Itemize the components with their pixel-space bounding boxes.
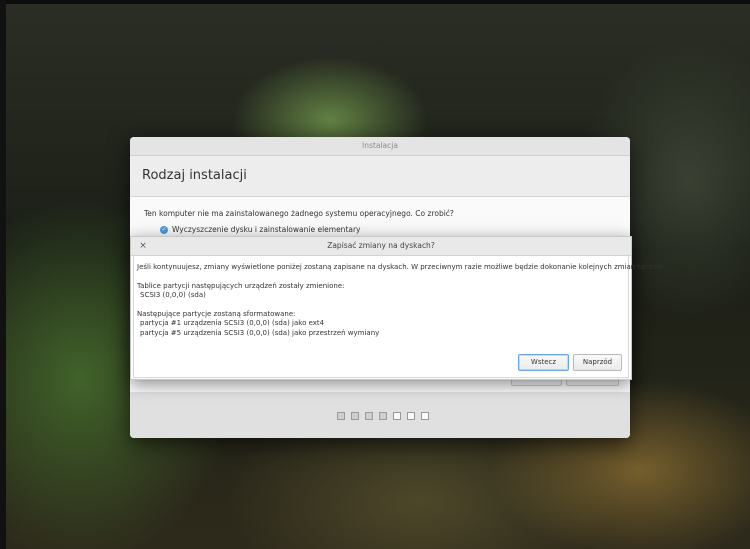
dialog-intro-text: Jeśli kontynuujesz, zmiany wyświetlone p… <box>137 263 666 271</box>
write-changes-dialog: × Zapisać zmiany na dyskach? Jeśli konty… <box>130 236 665 380</box>
progress-step-6 <box>407 412 415 420</box>
progress-step-5 <box>393 412 401 420</box>
close-icon[interactable]: × <box>138 237 148 255</box>
dialog-title: Zapisać zmiany na dyskach? <box>327 241 435 250</box>
check-circle-icon: ✓ <box>160 225 168 234</box>
progress-step-1 <box>337 412 345 420</box>
installer-footer <box>130 392 630 438</box>
format-heading: Następujące partycje zostaną sformatowan… <box>137 310 296 318</box>
partition-tables-device: SCSI3 (0,0,0) (sda) <box>140 291 206 299</box>
progress-step-2 <box>351 412 359 420</box>
partition-tables-heading: Tablice partycji następujących urządzeń … <box>137 282 345 290</box>
page-title: Rodzaj instalacji <box>130 156 630 197</box>
install-question: Ten komputer nie ma zainstalowanego żadn… <box>144 209 454 218</box>
format-line-1: partycja #1 urządzenia SCSI3 (0,0,0) (sd… <box>140 319 325 327</box>
progress-step-3 <box>365 412 373 420</box>
format-line-2: partycja #5 urządzenia SCSI3 (0,0,0) (sd… <box>140 329 380 337</box>
desktop-top-edge <box>0 0 750 4</box>
install-option-erase-disk[interactable]: ✓ Wyczyszczenie dysku i zainstalowanie e… <box>160 225 361 234</box>
progress-step-4 <box>379 412 387 420</box>
back-button[interactable]: Wstecz <box>518 354 569 371</box>
dialog-content: Jeśli kontynuujesz, zmiany wyświetlone p… <box>133 256 665 378</box>
install-option-label: Wyczyszczenie dysku i zainstalowanie ele… <box>172 225 361 234</box>
forward-button[interactable]: Naprzód <box>573 354 622 371</box>
progress-dots <box>337 412 429 420</box>
installer-window-title: Instalacja <box>130 137 630 156</box>
desktop-left-edge <box>0 0 6 549</box>
dialog-title-bar: × Zapisać zmiany na dyskach? <box>131 237 631 256</box>
progress-step-7 <box>421 412 429 420</box>
